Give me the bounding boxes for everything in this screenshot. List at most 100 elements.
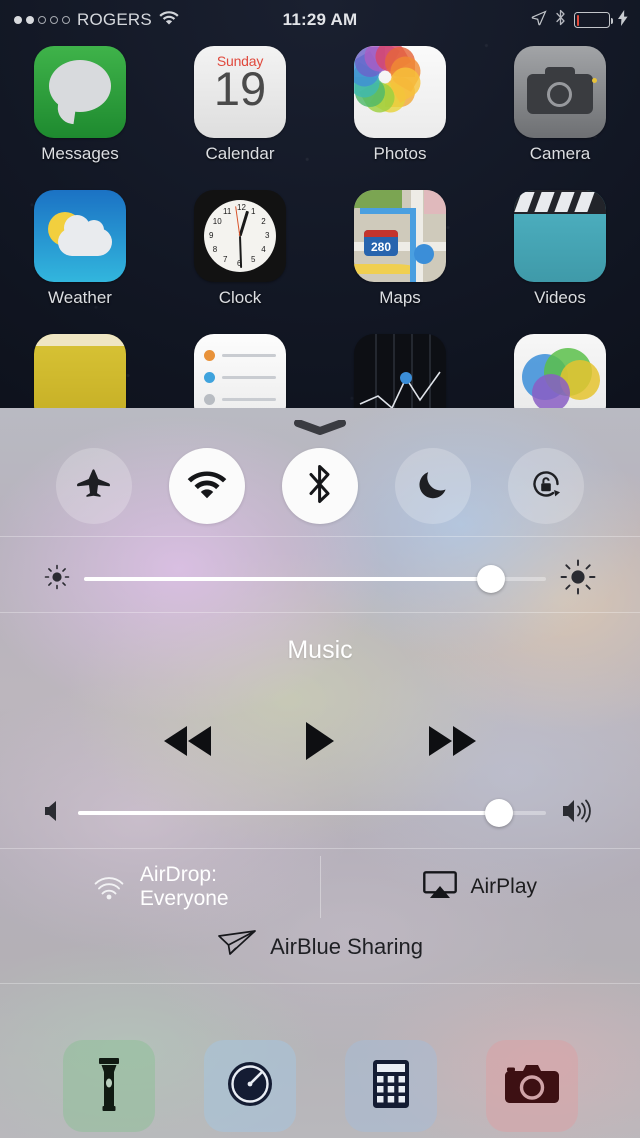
flashlight-icon	[96, 1056, 122, 1117]
airplay-label: AirPlay	[470, 875, 537, 899]
speaker-mute-icon	[44, 799, 62, 828]
clock-hand	[239, 236, 242, 268]
app-photos[interactable]: Photos	[320, 46, 480, 164]
moon-icon	[416, 467, 450, 506]
status-bar-time: 11:29 AM	[0, 10, 640, 30]
clock-numeral: 3	[265, 231, 269, 240]
divider	[0, 536, 640, 537]
clock-numeral: 4	[261, 245, 265, 254]
app-label: Maps	[379, 288, 421, 308]
videos-icon	[514, 190, 606, 282]
airplay-icon	[423, 871, 457, 904]
clock-numeral: 8	[213, 245, 217, 254]
app-label: Messages	[41, 144, 118, 164]
brightness-slider-fill	[84, 577, 491, 581]
volume-slider-row	[0, 788, 640, 838]
volume-slider-knob[interactable]	[485, 799, 513, 827]
wifi-toggle[interactable]	[169, 448, 245, 524]
play-button[interactable]	[290, 718, 350, 764]
maps-icon: 280	[354, 190, 446, 282]
grabber-handle[interactable]	[294, 420, 346, 435]
brightness-slider-row	[0, 548, 640, 610]
app-row: Weather 123456789101112 Clock 280 Maps V	[0, 190, 640, 308]
brightness-low-icon	[44, 564, 70, 595]
divider	[0, 848, 640, 849]
timer-icon	[225, 1059, 275, 1114]
control-center-panel[interactable]: Music	[0, 408, 640, 1138]
brightness-slider[interactable]	[84, 577, 546, 581]
paper-plane-icon	[217, 928, 257, 965]
music-transport-controls	[0, 718, 640, 764]
calendar-date: 19	[214, 67, 266, 112]
rotation-lock-toggle[interactable]	[508, 448, 584, 524]
shortcut-row	[0, 1040, 640, 1132]
calendar-icon: Sunday 19	[194, 46, 286, 138]
app-videos[interactable]: Videos	[480, 190, 640, 308]
app-label: Weather	[48, 288, 112, 308]
app-clock[interactable]: 123456789101112 Clock	[160, 190, 320, 308]
volume-slider-fill	[78, 811, 499, 815]
fast-forward-button[interactable]	[422, 718, 482, 764]
app-calendar[interactable]: Sunday 19 Calendar	[160, 46, 320, 164]
camera-button[interactable]	[486, 1040, 578, 1132]
camera-icon	[504, 1062, 560, 1111]
share-row: AirDrop: Everyone AirPlay	[0, 851, 640, 923]
clock-numeral: 11	[223, 207, 231, 216]
clock-numeral: 9	[209, 231, 213, 240]
airdrop-title: AirDrop:	[140, 863, 229, 887]
clock-numeral: 7	[223, 255, 227, 264]
calculator-icon	[372, 1059, 410, 1114]
rewind-button[interactable]	[158, 718, 218, 764]
photos-icon	[354, 46, 446, 138]
brightness-high-icon	[560, 559, 596, 600]
volume-slider[interactable]	[78, 811, 546, 815]
reminder-row	[204, 372, 276, 383]
battery-fill	[577, 15, 579, 26]
app-maps[interactable]: 280 Maps	[320, 190, 480, 308]
airdrop-icon	[91, 867, 127, 908]
timer-button[interactable]	[204, 1040, 296, 1132]
divider	[0, 612, 640, 613]
bluetooth-toggle[interactable]	[282, 448, 358, 524]
app-label: Photos	[374, 144, 427, 164]
app-messages[interactable]: Messages	[0, 46, 160, 164]
brightness-slider-knob[interactable]	[477, 565, 505, 593]
clock-numeral: 12	[237, 203, 246, 212]
divider	[0, 983, 640, 984]
speaker-loud-icon	[562, 798, 596, 829]
camera-icon	[514, 46, 606, 138]
app-label: Clock	[219, 288, 262, 308]
do-not-disturb-toggle[interactable]	[395, 448, 471, 524]
airblue-sharing-label: AirBlue Sharing	[270, 934, 423, 960]
game-center-bubble	[532, 374, 570, 412]
toggle-row	[0, 448, 640, 524]
home-screen-app-grid: Messages Sunday 19 Calendar Photos Camer…	[0, 46, 640, 426]
airdrop-value: Everyone	[140, 887, 229, 911]
wifi-icon	[187, 469, 227, 504]
clock-numeral: 10	[213, 217, 222, 226]
clock-icon: 123456789101112	[194, 190, 286, 282]
reminder-row	[204, 394, 276, 405]
airdrop-label: AirDrop: Everyone	[140, 863, 229, 910]
music-title: Music	[0, 636, 640, 665]
app-label: Camera	[530, 144, 590, 164]
messages-icon	[34, 46, 126, 138]
app-label: Calendar	[206, 144, 275, 164]
weather-icon	[34, 190, 126, 282]
clock-numeral: 2	[261, 217, 265, 226]
battery-icon	[574, 12, 610, 28]
app-row: Messages Sunday 19 Calendar Photos Camer…	[0, 46, 640, 164]
airblue-sharing-button[interactable]: AirBlue Sharing	[0, 928, 640, 965]
bluetooth-icon	[307, 464, 333, 509]
flashlight-button[interactable]	[63, 1040, 155, 1132]
app-camera[interactable]: Camera	[480, 46, 640, 164]
app-weather[interactable]: Weather	[0, 190, 160, 308]
airplane-icon	[76, 466, 112, 507]
airplay-button[interactable]: AirPlay	[321, 871, 640, 904]
app-label: Videos	[534, 288, 586, 308]
airplane-mode-toggle[interactable]	[56, 448, 132, 524]
calculator-button[interactable]	[345, 1040, 437, 1132]
clock-numeral: 1	[251, 207, 255, 216]
airdrop-button[interactable]: AirDrop: Everyone	[0, 863, 320, 910]
clock-numeral: 5	[251, 255, 255, 264]
